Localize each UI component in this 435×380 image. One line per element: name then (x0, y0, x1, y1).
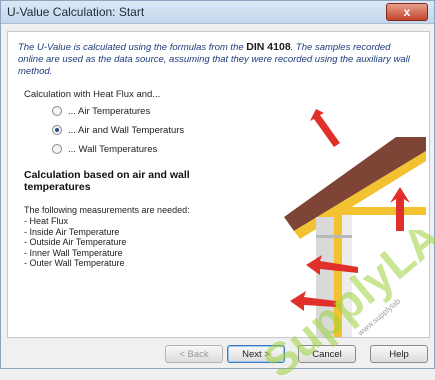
content-panel: The U-Value is calculated using the form… (7, 31, 430, 338)
calculation-heading: Calculation based on air and wall temper… (24, 169, 190, 193)
din-standard: DIN 4108 (246, 41, 291, 53)
dialog-window: U-Value Calculation: Start x The U-Value… (0, 0, 435, 369)
arrow-up-left-icon (310, 109, 340, 147)
option-wall-temperatures[interactable]: ... Wall Temperatures (52, 142, 157, 156)
list-item: - Inside Air Temperature (24, 226, 120, 237)
title-bar[interactable]: U-Value Calculation: Start x (1, 1, 434, 24)
wall-line-shape (316, 235, 352, 238)
options-title: Calculation with Heat Flux and... (24, 89, 161, 100)
option-label: ... Wall Temperatures (68, 143, 158, 155)
help-button[interactable]: Help (370, 345, 428, 363)
button-bar: < Back Next > Cancel Help (1, 337, 434, 368)
radio-icon[interactable] (52, 106, 62, 116)
list-item: - Inner Wall Temperature (24, 247, 123, 258)
option-label: ... Air Temperatures (68, 105, 151, 117)
cancel-button[interactable]: Cancel (298, 345, 356, 363)
intro-text: The U-Value is calculated using the form… (18, 41, 416, 78)
measurements-list: - Heat Flux - Inside Air Temperature - O… (24, 216, 126, 269)
ceiling-insulation-shape (336, 207, 426, 215)
close-icon: x (403, 5, 411, 19)
house-wall-illustration (284, 109, 426, 337)
option-air-temperatures[interactable]: ... Air Temperatures (52, 104, 150, 118)
measurements-intro: The following measurements are needed: (24, 205, 190, 215)
intro-text-part-1: The U-Value is calculated using the form… (18, 42, 247, 53)
roof-shape (284, 137, 426, 231)
list-item: - Heat Flux (24, 216, 69, 226)
list-item: - Outside Air Temperature (24, 237, 127, 247)
next-button[interactable]: Next > (227, 345, 285, 363)
radio-selected-icon[interactable] (52, 125, 62, 135)
back-button[interactable]: < Back (165, 345, 223, 363)
wall-insulation-shape (334, 215, 342, 337)
wall-inner-shape (342, 215, 352, 337)
close-button[interactable]: x (386, 3, 428, 21)
option-label: ... Air and Wall Temperaturs (68, 124, 185, 136)
option-air-and-wall-temperatures[interactable]: ... Air and Wall Temperaturs (52, 123, 184, 137)
radio-icon[interactable] (52, 144, 62, 154)
window-title: U-Value Calculation: Start (7, 5, 145, 19)
list-item: - Outer Wall Temperature (24, 258, 125, 268)
